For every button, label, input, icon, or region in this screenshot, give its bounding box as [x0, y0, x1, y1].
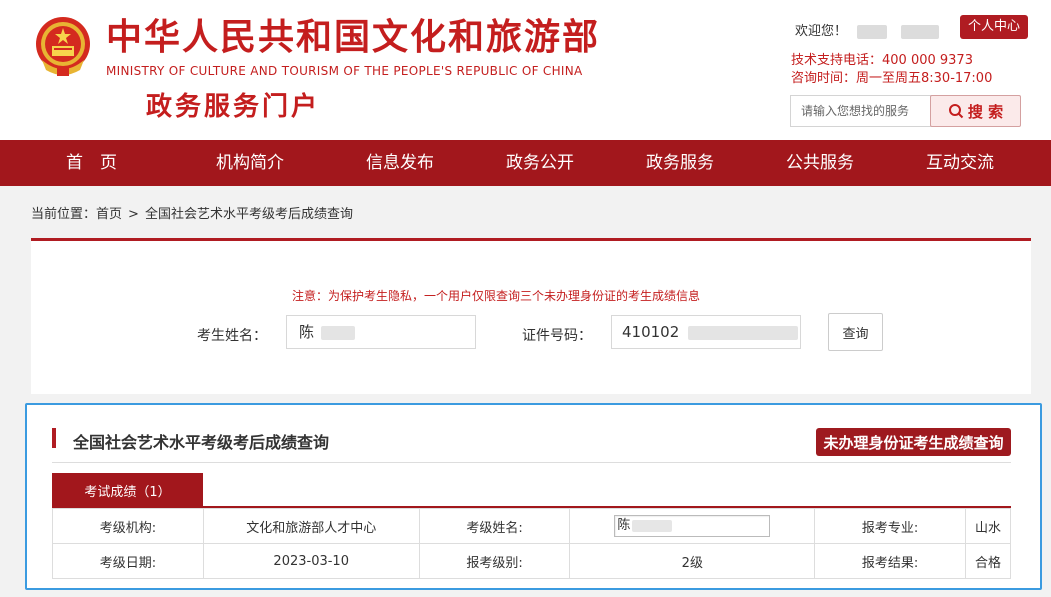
national-emblem-icon: [36, 17, 90, 76]
results-title: 全国社会艺术水平考级考后成绩查询: [73, 433, 330, 452]
title-marker: [52, 428, 56, 448]
table-cell-value: 2级: [569, 543, 816, 579]
table-cell-value: 山水: [965, 508, 1011, 544]
name-redacted: [320, 325, 355, 340]
id-number-label: 证件号码：: [522, 328, 592, 344]
welcome-label: 欢迎您！: [795, 24, 848, 39]
results-divider: [52, 462, 1011, 463]
site-header: 中华人民共和国文化和旅游部 MINISTRY OF CULTURE AND TO…: [0, 0, 1051, 140]
search-button[interactable]: 搜 索: [930, 95, 1021, 127]
search-box: 搜 索: [790, 95, 1022, 127]
candidate-name-label: 考生姓名：: [197, 328, 267, 344]
table-cell-label: 报考专业:: [814, 508, 967, 544]
table-cell-value: 文化和旅游部人才中心: [202, 508, 420, 544]
breadcrumb-current: 全国社会艺术水平考级考后成绩查询: [144, 207, 353, 222]
breadcrumb-home-link[interactable]: 首页: [96, 207, 122, 222]
no-id-query-button[interactable]: 未办理身份证考生成绩查询: [816, 428, 1011, 456]
id-redacted: [688, 325, 799, 340]
breadcrumb-separator: >: [128, 207, 139, 222]
site-subtitle: MINISTRY OF CULTURE AND TOURISM OF THE P…: [106, 64, 583, 78]
table-row: 考级机构: 文化和旅游部人才中心 考级姓名: 陈 报考专业: 山水: [52, 508, 1011, 544]
table-cell-label: 考级机构:: [52, 508, 204, 544]
nav-item-gov-services[interactable]: 政务服务: [646, 140, 714, 186]
breadcrumb: 当前位置：首页 > 全国社会艺术水平考级考后成绩查询: [31, 203, 353, 222]
nav-item-home[interactable]: 首 页: [66, 140, 117, 186]
table-cell-value: 合格: [965, 543, 1011, 579]
query-button[interactable]: 查询: [828, 313, 883, 351]
scores-table: 考级机构: 文化和旅游部人才中心 考级姓名: 陈 报考专业: 山水 考级日期: …: [52, 508, 1011, 579]
search-icon: [948, 104, 964, 119]
main-nav: 首 页 机构简介 信息发布 政务公开 政务服务 公共服务 互动交流: [0, 140, 1051, 186]
site-title: 中华人民共和国文化和旅游部: [106, 17, 601, 58]
table-row: 考级日期: 2023-03-10 报考级别: 2级 报考结果: 合格: [52, 543, 1011, 579]
service-hours: 咨询时间：周一至周五8:30-17:00: [791, 71, 993, 86]
welcome-text: 欢迎您！: [795, 20, 940, 39]
nav-item-about[interactable]: 机构简介: [216, 140, 284, 186]
nav-item-interaction[interactable]: 互动交流: [926, 140, 994, 186]
table-cell-value: 2023-03-10: [202, 543, 420, 579]
username-redacted: [901, 24, 940, 39]
table-cell-label: 报考级别:: [418, 543, 571, 579]
breadcrumb-prefix: 当前位置：: [31, 207, 97, 222]
candidate-name-value: 陈: [299, 323, 315, 341]
user-center-button[interactable]: 个人中心: [960, 15, 1029, 39]
exam-name-field: 陈: [614, 515, 771, 537]
nav-item-gov-affairs[interactable]: 政务公开: [506, 140, 574, 186]
candidate-name-input[interactable]: 陈: [286, 315, 476, 349]
portal-title: 政务服务门户: [146, 92, 321, 122]
table-cell-label: 报考结果:: [814, 543, 967, 579]
search-button-label: 搜 索: [967, 102, 1004, 121]
name-redacted: [632, 519, 673, 532]
search-input[interactable]: [790, 95, 932, 127]
table-cell-label: 考级姓名:: [418, 508, 571, 544]
nav-item-news[interactable]: 信息发布: [366, 140, 434, 186]
nav-item-public-services[interactable]: 公共服务: [786, 140, 854, 186]
username-redacted: [857, 24, 888, 39]
tab-exam-scores[interactable]: 考试成绩（1）: [52, 473, 203, 507]
id-number-value: 410102: [622, 323, 680, 341]
table-cell-label: 考级日期:: [52, 543, 204, 579]
support-phone: 技术支持电话：400 000 9373: [791, 53, 973, 68]
table-cell-value: 陈: [569, 508, 816, 544]
id-number-input[interactable]: 410102: [611, 315, 801, 349]
privacy-notice: 注意：为保护考生隐私，一个用户仅限查询三个未办理身份证的考生成绩信息: [292, 289, 701, 303]
exam-name-value: 陈: [617, 518, 631, 533]
